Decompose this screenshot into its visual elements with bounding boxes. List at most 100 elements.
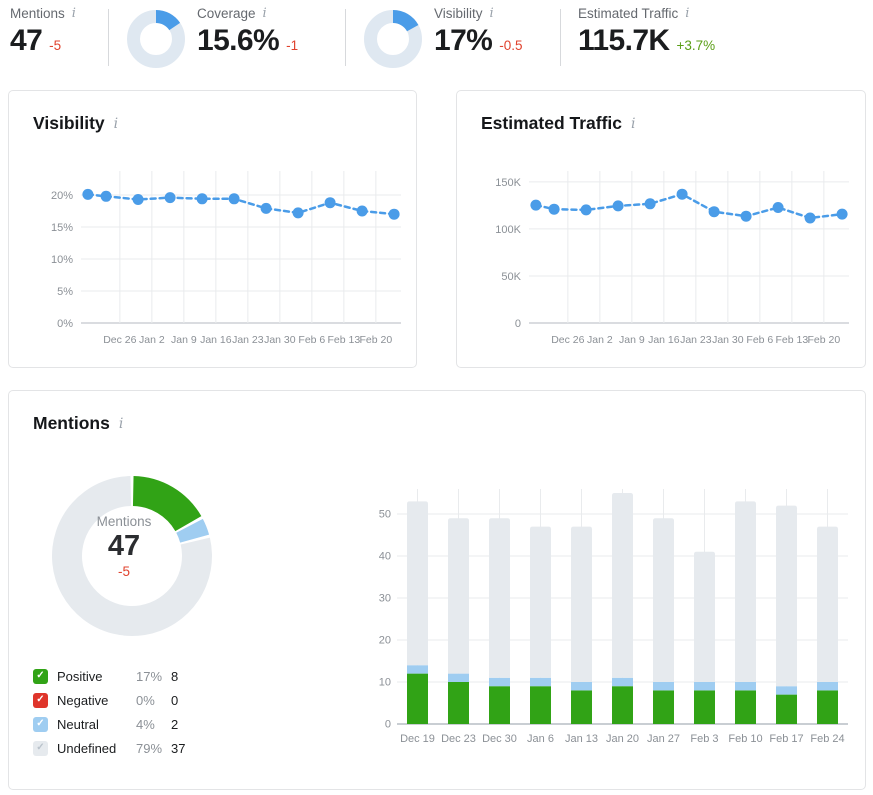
info-icon[interactable]: i [114, 117, 118, 131]
bar-segment-positive[interactable] [407, 674, 428, 724]
data-point[interactable] [837, 209, 848, 220]
bar-segment-positive[interactable] [612, 686, 633, 724]
bar-segment-neutral[interactable] [735, 682, 756, 690]
bar-segment-positive[interactable] [817, 690, 838, 724]
x-axis-tick-label: Feb 13 [328, 334, 361, 346]
bar-segment-neutral[interactable] [817, 682, 838, 690]
bar-segment-positive[interactable] [653, 690, 674, 724]
info-icon[interactable]: i [119, 417, 123, 431]
bar-segment-neutral[interactable] [612, 678, 633, 686]
bar-segment-undefined[interactable] [407, 501, 428, 665]
x-axis-tick-label: Feb 24 [810, 733, 844, 745]
bar-segment-neutral[interactable] [653, 682, 674, 690]
x-axis-tick-label: Feb 20 [808, 334, 841, 346]
x-axis-tick-label: Jan 27 [647, 733, 680, 745]
data-point[interactable] [197, 193, 208, 204]
bar-segment-positive[interactable] [530, 686, 551, 724]
data-point[interactable] [325, 197, 336, 208]
bar-segment-undefined[interactable] [489, 518, 510, 678]
data-point[interactable] [133, 194, 144, 205]
bar-segment-undefined[interactable] [612, 493, 633, 678]
x-axis-tick-label: Feb 20 [360, 334, 393, 346]
x-axis-tick-label: Dec 26 [551, 334, 584, 346]
data-point[interactable] [357, 206, 368, 217]
data-point[interactable] [82, 189, 93, 200]
info-icon[interactable]: i [685, 7, 689, 20]
visibility-gauge-donut [364, 10, 422, 68]
bar-segment-positive[interactable] [448, 682, 469, 724]
x-axis-tick-label: Jan 23 [232, 334, 264, 346]
data-point[interactable] [293, 207, 304, 218]
data-point[interactable] [261, 203, 272, 214]
legend-row-undefined: ✓Undefined79%37 [33, 736, 185, 760]
data-point[interactable] [229, 193, 240, 204]
visibility-line-chart: 0%5%10%15%20%Dec 26Jan 2Jan 9Jan 16Jan 2… [13, 153, 413, 358]
data-point[interactable] [581, 204, 592, 215]
data-point[interactable] [741, 211, 752, 222]
info-icon[interactable]: i [72, 7, 76, 20]
donut-segment-positive[interactable] [133, 476, 201, 531]
bar-segment-neutral[interactable] [776, 686, 797, 694]
data-point[interactable] [677, 189, 688, 200]
legend-checkbox-neutral[interactable]: ✓ [33, 717, 48, 732]
bar-segment-neutral[interactable] [571, 682, 592, 690]
legend-label: Neutral [57, 717, 136, 732]
legend-checkbox-undefined[interactable]: ✓ [33, 741, 48, 756]
data-point[interactable] [101, 191, 112, 202]
bar-segment-neutral[interactable] [530, 678, 551, 686]
y-axis-tick-label: 0% [57, 318, 73, 330]
bar-segment-undefined[interactable] [571, 527, 592, 682]
y-axis-tick-label: 50 [379, 509, 391, 521]
bar-segment-undefined[interactable] [694, 552, 715, 682]
bar-segment-undefined[interactable] [817, 527, 838, 682]
bar-segment-positive[interactable] [735, 690, 756, 724]
bar-segment-neutral[interactable] [694, 682, 715, 690]
mentions-panel-title: Mentions [33, 413, 110, 434]
bar-segment-undefined[interactable] [448, 518, 469, 673]
info-icon[interactable]: i [490, 7, 494, 20]
legend-row-negative: ✓Negative0%0 [33, 688, 185, 712]
x-axis-tick-label: Dec 23 [441, 733, 476, 745]
visibility-panel: Visibility i 0%5%10%15%20%Dec 26Jan 2Jan… [8, 90, 417, 368]
bar-segment-neutral[interactable] [448, 674, 469, 682]
bar-segment-neutral[interactable] [489, 678, 510, 686]
info-icon[interactable]: i [263, 7, 267, 20]
bar-segment-neutral[interactable] [407, 665, 428, 673]
x-axis-tick-label: Dec 26 [103, 334, 136, 346]
y-axis-tick-label: 0 [385, 719, 391, 731]
x-axis-tick-label: Dec 19 [400, 733, 435, 745]
legend-checkbox-positive[interactable]: ✓ [33, 669, 48, 684]
bar-segment-undefined[interactable] [530, 527, 551, 678]
bar-segment-undefined[interactable] [776, 506, 797, 687]
data-point[interactable] [709, 206, 720, 217]
info-icon[interactable]: i [631, 117, 635, 131]
data-point[interactable] [805, 213, 816, 224]
x-axis-tick-label: Jan 13 [565, 733, 598, 745]
kpi-visibility-label: Visibility [434, 6, 483, 21]
kpi-coverage-change: -1 [286, 38, 298, 53]
data-point[interactable] [645, 198, 656, 209]
data-point[interactable] [165, 192, 176, 203]
y-axis-tick-label: 10 [379, 677, 391, 689]
kpi-visibility-value: 17% [434, 24, 492, 58]
y-axis-tick-label: 150K [495, 177, 521, 189]
legend-checkbox-negative[interactable]: ✓ [33, 693, 48, 708]
kpi-coverage: Coverage i 15.6% -1 [197, 6, 298, 58]
kpi-summary-bar: Mentions i 47 -5 Coverage i 15.6% -1 Vis… [0, 0, 873, 84]
bar-segment-undefined[interactable] [735, 501, 756, 682]
bar-segment-positive[interactable] [489, 686, 510, 724]
data-point[interactable] [613, 200, 624, 211]
kpi-mentions-value: 47 [10, 24, 42, 58]
bar-segment-positive[interactable] [776, 695, 797, 724]
data-point[interactable] [549, 204, 560, 215]
data-point[interactable] [389, 209, 400, 220]
data-point[interactable] [773, 202, 784, 213]
x-axis-tick-label: Jan 23 [680, 334, 712, 346]
bar-segment-undefined[interactable] [653, 518, 674, 682]
data-point[interactable] [530, 200, 541, 211]
bar-segment-positive[interactable] [571, 690, 592, 724]
legend-percent: 0% [136, 693, 171, 708]
bar-segment-positive[interactable] [694, 690, 715, 724]
y-axis-tick-label: 10% [51, 254, 73, 266]
x-axis-tick-label: Feb 17 [769, 733, 803, 745]
